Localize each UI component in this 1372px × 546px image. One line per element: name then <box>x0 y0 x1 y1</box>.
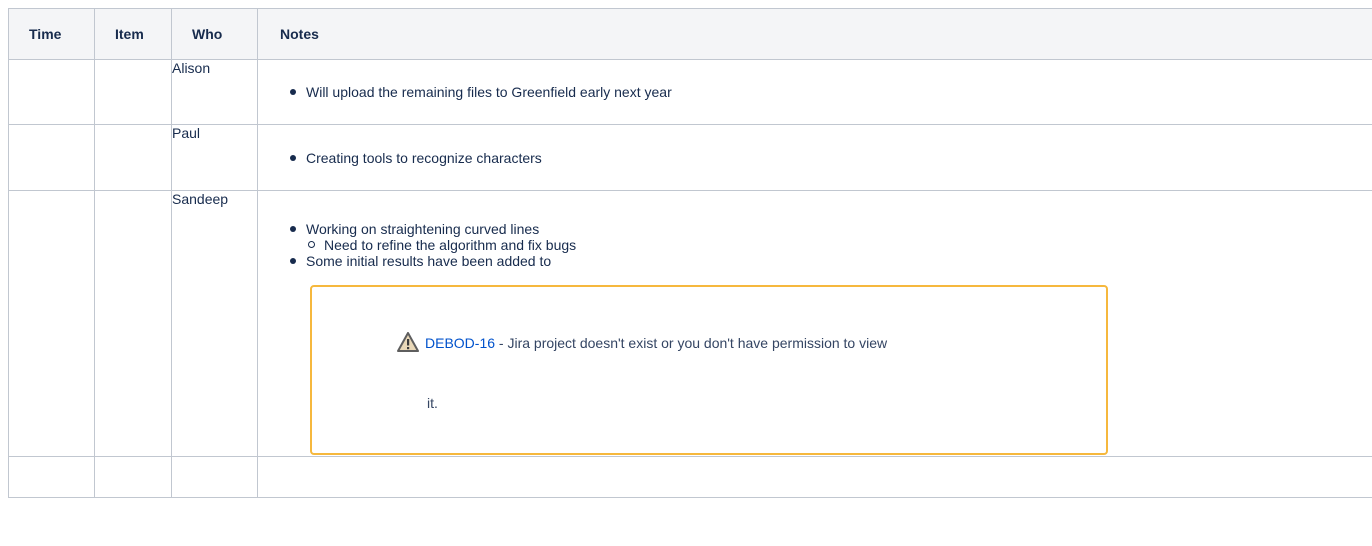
who-cell: Paul <box>171 124 258 191</box>
who-cell <box>171 456 258 498</box>
time-cell <box>8 124 95 191</box>
item-cell <box>94 124 172 191</box>
header-who: Who <box>171 8 258 60</box>
time-cell <box>8 190 95 457</box>
list-item-text: Working on straightening curved lines <box>306 221 540 237</box>
list-item: Will upload the remaining files to Green… <box>258 84 672 100</box>
sub-notes-list: Need to refine the algorithm and fix bug… <box>306 237 576 253</box>
notes-list: Will upload the remaining files to Green… <box>258 84 672 100</box>
notes-cell[interactable]: Working on straightening curved lines Ne… <box>257 190 1372 457</box>
item-cell <box>94 59 172 125</box>
warning-icon <box>397 332 419 355</box>
jira-message-line: DEBOD-16 - Jira project doesn't exist or… <box>397 332 887 355</box>
header-notes: Notes <box>257 8 1372 60</box>
jira-error-text: - Jira project doesn't exist or you don'… <box>495 335 888 351</box>
table-header-row: Time Item Who Notes <box>8 8 1372 60</box>
table-row: Alison Will upload the remaining files t… <box>8 59 1372 125</box>
minutes-table: Time Item Who Notes Alison Will upload t… <box>8 8 1372 498</box>
notes-list: Working on straightening curved lines Ne… <box>258 221 576 269</box>
list-item: Working on straightening curved lines Ne… <box>258 221 576 253</box>
item-cell <box>94 190 172 457</box>
time-cell <box>8 456 95 498</box>
header-time: Time <box>8 8 95 60</box>
notes-cell[interactable]: Will upload the remaining files to Green… <box>257 59 1372 125</box>
notes-cell[interactable] <box>257 456 1372 498</box>
jira-issue-link[interactable]: DEBOD-16 <box>425 335 495 351</box>
list-item: Some initial results have been added to <box>258 253 576 269</box>
who-cell: Alison <box>171 59 258 125</box>
list-item: Creating tools to recognize characters <box>258 150 542 166</box>
jira-error-text-continued: it. <box>427 395 438 411</box>
sub-list-item: Need to refine the algorithm and fix bug… <box>306 237 576 253</box>
table-row <box>8 456 1372 498</box>
jira-issue-macro: DEBOD-16 - Jira project doesn't exist or… <box>310 285 1108 455</box>
notes-list: Creating tools to recognize characters <box>258 150 542 166</box>
header-item: Item <box>94 8 172 60</box>
item-cell <box>94 456 172 498</box>
table-row: Sandeep Working on straightening curved … <box>8 190 1372 457</box>
notes-cell[interactable]: Creating tools to recognize characters <box>257 124 1372 191</box>
table-row: Paul Creating tools to recognize charact… <box>8 124 1372 191</box>
who-cell: Sandeep <box>171 190 258 457</box>
time-cell <box>8 59 95 125</box>
meeting-minutes-page: Time Item Who Notes Alison Will upload t… <box>8 8 1372 546</box>
